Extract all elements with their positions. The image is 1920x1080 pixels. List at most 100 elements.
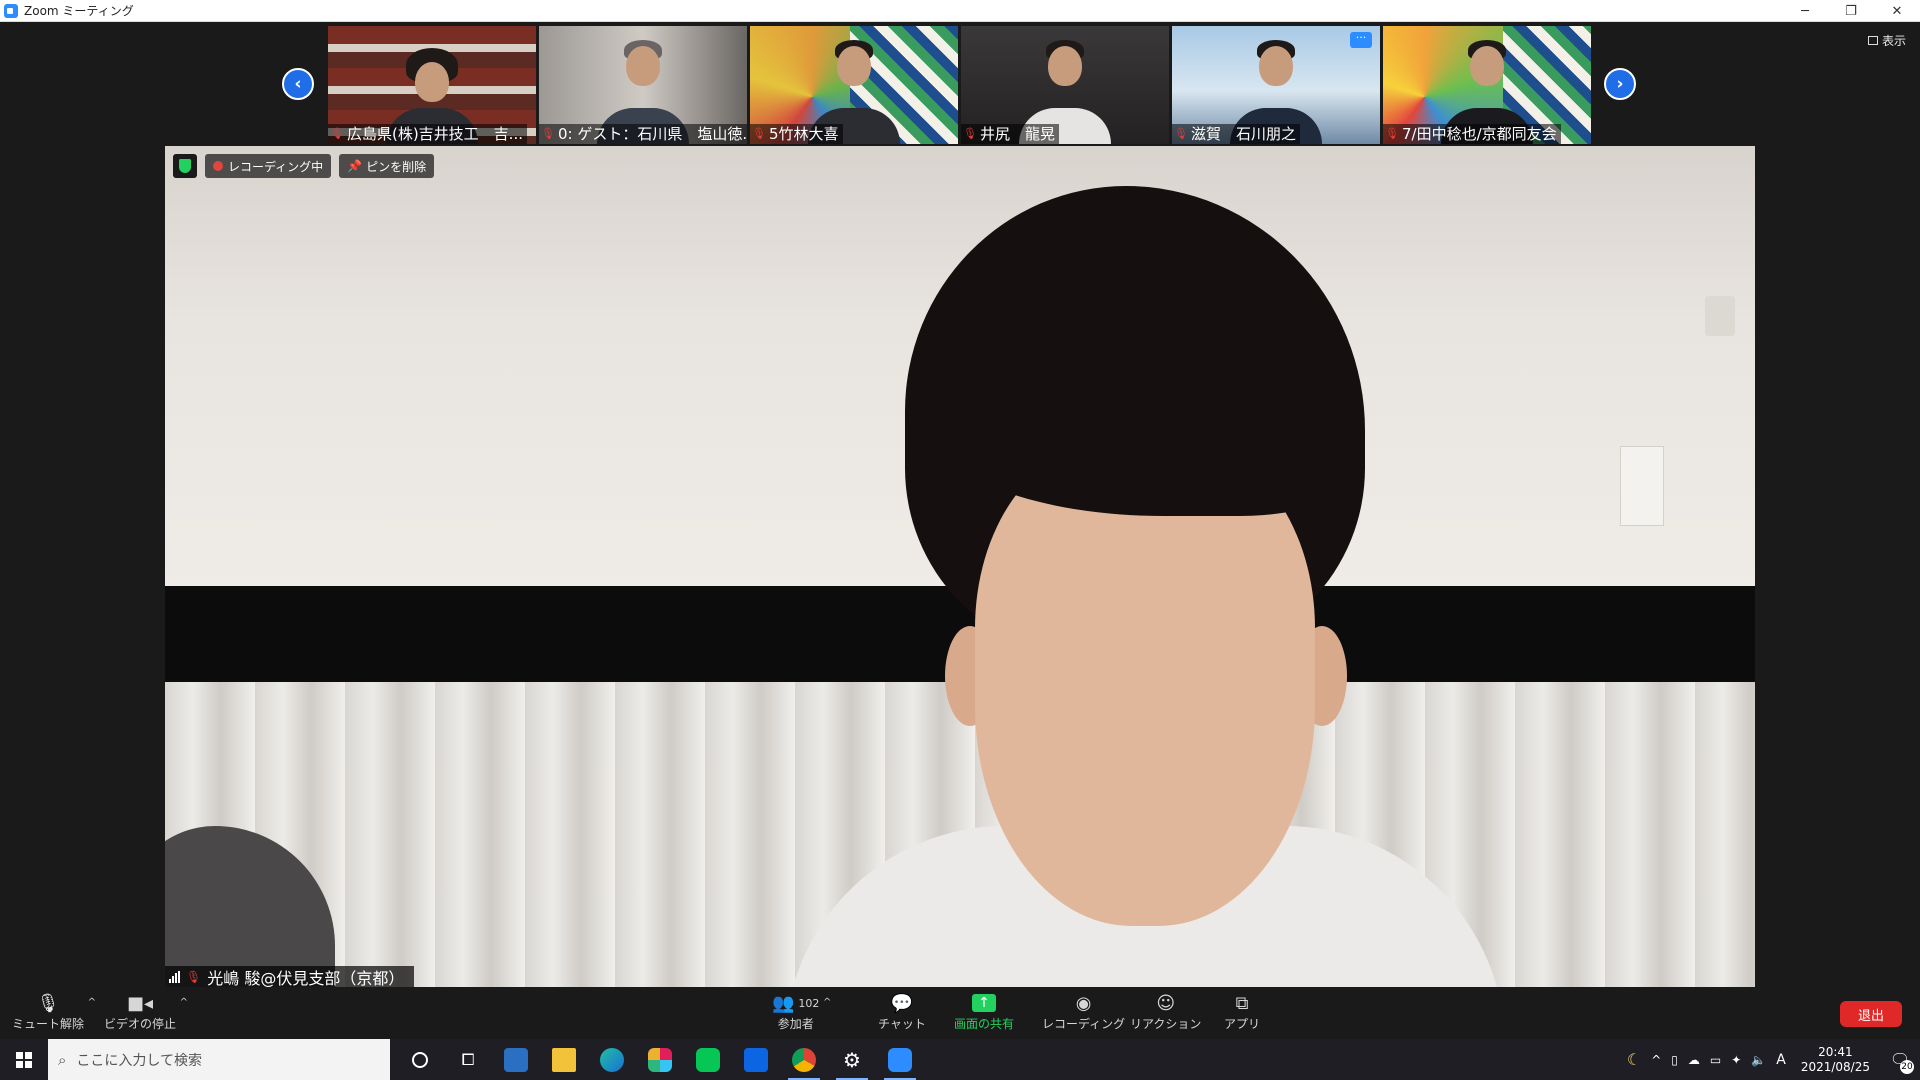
- video-camera-icon: ■◂: [126, 992, 154, 1014]
- participant-name-tag: 🎙 5竹林大喜: [750, 124, 843, 144]
- participant-face: [837, 46, 871, 86]
- participant-thumbnail[interactable]: 🎙 5竹林大喜: [750, 26, 958, 144]
- thumbnail-next-button[interactable]: ›: [1604, 68, 1636, 100]
- search-icon: ⌕: [58, 1050, 67, 1069]
- thumbnail-strip: 🎙 広島県(株)吉井技工 吉... 🎙 0: ゲスト：石川県 塩山徳... 🎙 5竹林…: [328, 26, 1591, 144]
- thumbnail-more-button[interactable]: ···: [1350, 32, 1372, 48]
- system-tray: ☾ ^ ▯ ☁ ▭ ✦ 🔈 A 20:41 2021/08/25 🗨 20: [1622, 1039, 1920, 1080]
- participant-face: [415, 62, 449, 102]
- restore-button[interactable]: ❐: [1828, 0, 1874, 22]
- edge-icon[interactable]: [588, 1039, 636, 1080]
- clock-time: 20:41: [1818, 1044, 1853, 1059]
- settings-gear-icon[interactable]: ⚙: [828, 1039, 876, 1080]
- muted-mic-icon: 🎙: [541, 127, 555, 140]
- participants-button[interactable]: 👥 102 ^ 参加者: [772, 991, 831, 1032]
- participant-thumbnail[interactable]: ··· 🎙 滋賀 石川朋之: [1172, 26, 1380, 144]
- participant-thumbnail[interactable]: 🎙 7/田中稔也/京都同友会: [1383, 26, 1591, 144]
- meeting-toolbar: 🎙 ^ ミュート解除 ■◂ ^ ビデオの停止 👥 102 ^ 参加者 💬 チャット…: [0, 987, 1920, 1039]
- tray-cloud-icon[interactable]: ☁: [1683, 1053, 1705, 1067]
- volume-icon[interactable]: 🔈: [1746, 1053, 1771, 1067]
- windows-taskbar: ⌕ ここに入力して検索 ⧠ ⚙ ☾ ^ ▯ ☁ ▭ ✦ 🔈 A 20:41 20…: [0, 1039, 1920, 1080]
- main-video[interactable]: レコーディング中 📌 ピンを削除 🎙 光嶋 駿@伏見支部（京都）: [165, 146, 1755, 988]
- record-dot-icon: [213, 161, 223, 171]
- speaker-face: [975, 446, 1315, 926]
- line-icon[interactable]: [684, 1039, 732, 1080]
- participant-name: 5竹林大喜: [768, 125, 839, 143]
- muted-mic-icon: 🎙: [1385, 127, 1399, 140]
- dropbox-icon[interactable]: ✦: [1726, 1053, 1746, 1067]
- participants-label: 参加者: [777, 1017, 814, 1031]
- close-button[interactable]: ✕: [1874, 0, 1920, 22]
- pin-icon: 📌: [347, 159, 363, 173]
- zoom-taskbar-icon[interactable]: [876, 1039, 924, 1080]
- security-shield-icon[interactable]: [173, 154, 197, 178]
- dreamweaver-icon[interactable]: [492, 1039, 540, 1080]
- view-button-label: 表示: [1881, 34, 1906, 48]
- taskbar-search-box[interactable]: ⌕ ここに入力して検索: [48, 1039, 390, 1080]
- ime-indicator[interactable]: A: [1771, 1052, 1791, 1068]
- cortana-icon[interactable]: [396, 1039, 444, 1080]
- windows-logo-icon: [16, 1051, 32, 1068]
- thumbnail-prev-button[interactable]: ‹: [282, 68, 314, 100]
- participant-thumbnail[interactable]: 🎙 0: ゲスト：石川県 塩山徳...: [539, 26, 747, 144]
- zoom-app-icon: [4, 3, 18, 18]
- signal-icon: [169, 971, 180, 983]
- trello-icon[interactable]: [732, 1039, 780, 1080]
- stop-video-button[interactable]: ■◂ ^ ビデオの停止: [104, 991, 188, 1032]
- apps-icon: ⧉: [1235, 992, 1249, 1014]
- apps-button[interactable]: ⧉ アプリ: [1224, 991, 1260, 1032]
- reactions-label: リアクション: [1130, 1017, 1202, 1031]
- video-switch: [1620, 446, 1664, 526]
- audio-options-caret[interactable]: ^: [88, 997, 96, 1008]
- chat-icon: 💬: [890, 992, 914, 1014]
- muted-mic-icon: 🎙: [752, 127, 766, 140]
- start-button[interactable]: [0, 1039, 48, 1080]
- participants-options-caret[interactable]: ^: [823, 997, 831, 1008]
- chrome-icon[interactable]: [780, 1039, 828, 1080]
- participant-thumbnail[interactable]: 🎙 広島県(株)吉井技工 吉...: [328, 26, 536, 144]
- taskbar-pinned-apps: ⧠ ⚙: [396, 1039, 924, 1080]
- mic-off-icon: 🎙: [36, 992, 60, 1014]
- tray-network-icon[interactable]: ▭: [1705, 1053, 1726, 1067]
- speaker-name: 光嶋 駿@伏見支部（京都）: [207, 969, 405, 988]
- share-screen-icon: ↑: [972, 991, 996, 1015]
- participant-name-tag: 🎙 滋賀 石川朋之: [1172, 124, 1300, 144]
- taskbar-clock[interactable]: 20:41 2021/08/25: [1791, 1045, 1880, 1075]
- video-options-caret[interactable]: ^: [180, 997, 188, 1008]
- file-explorer-icon[interactable]: [540, 1039, 588, 1080]
- meeting-stage: 表示 ‹ 🎙 広島県(株)吉井技工 吉... 🎙 0: ゲスト：石川県 塩山徳...…: [0, 22, 1920, 988]
- minimize-button[interactable]: ─: [1782, 0, 1828, 22]
- participants-count: 102: [798, 996, 820, 1010]
- participant-name: 0: ゲスト：石川県 塩山徳...: [557, 125, 747, 143]
- participant-name: 井尻 龍晃: [979, 125, 1055, 143]
- participant-name-tag: 🎙 7/田中稔也/京都同友会: [1383, 124, 1561, 144]
- search-placeholder: ここに入力して検索: [76, 1052, 202, 1069]
- notification-center-button[interactable]: 🗨 20: [1880, 1039, 1920, 1080]
- weather-moon-icon[interactable]: ☾: [1622, 1050, 1646, 1069]
- stop-video-label: ビデオの停止: [104, 1017, 177, 1031]
- tray-chevron-up-icon[interactable]: ^: [1646, 1053, 1666, 1067]
- slack-icon[interactable]: [636, 1039, 684, 1080]
- share-screen-button[interactable]: ↑ 画面の共有: [954, 991, 1014, 1032]
- muted-mic-icon: 🎙: [963, 127, 977, 140]
- clock-date: 2021/08/25: [1800, 1059, 1870, 1074]
- window-title: Zoom ミーティング: [24, 4, 134, 18]
- participant-thumbnail[interactable]: 🎙 井尻 龍晃: [961, 26, 1169, 144]
- record-icon: ◉: [1075, 992, 1092, 1014]
- grid-icon: [1867, 36, 1878, 45]
- muted-mic-icon: 🎙: [330, 127, 344, 140]
- task-view-icon[interactable]: ⧠: [444, 1039, 492, 1080]
- unmute-button[interactable]: 🎙 ^ ミュート解除: [12, 991, 96, 1032]
- reactions-button[interactable]: ☺ リアクション: [1130, 991, 1201, 1032]
- record-button[interactable]: ◉ レコーディング: [1042, 991, 1125, 1032]
- tray-device-icon[interactable]: ▯: [1666, 1053, 1683, 1067]
- unpin-button[interactable]: 📌 ピンを削除: [339, 154, 435, 178]
- notification-count: 20: [1900, 1060, 1914, 1074]
- record-label: レコーディング: [1042, 1017, 1126, 1031]
- chat-button[interactable]: 💬 チャット: [878, 991, 926, 1032]
- participant-face: [626, 46, 660, 86]
- leave-button[interactable]: 退出: [1840, 1001, 1902, 1027]
- apps-label: アプリ: [1224, 1017, 1261, 1031]
- chevron-right-icon: ›: [1616, 74, 1624, 94]
- view-button[interactable]: 表示: [1867, 32, 1906, 49]
